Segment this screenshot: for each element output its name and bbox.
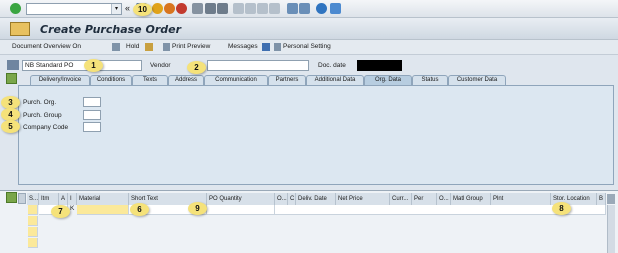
row-selector[interactable]: [28, 227, 38, 237]
annotation-badge: 2: [187, 61, 206, 74]
org-data-panel: Purch. Org. Purch. Group Company Code: [18, 85, 614, 185]
table-row-material[interactable]: [77, 205, 129, 215]
col-deliv-date[interactable]: Deliv. Date: [296, 193, 336, 205]
col-po-quantity[interactable]: PO Quantity: [207, 193, 275, 205]
col-account-cat[interactable]: A: [59, 193, 68, 205]
expand-chevron-icon[interactable]: «: [125, 3, 130, 13]
doc-date-field[interactable]: [357, 60, 402, 71]
page-title: Create Purchase Order: [40, 23, 182, 36]
col-item[interactable]: Itm: [39, 193, 59, 205]
find-next-icon[interactable]: [217, 3, 228, 14]
table-row-po-quantity[interactable]: [207, 205, 275, 215]
last-page-icon[interactable]: [269, 3, 280, 14]
tab-partners[interactable]: Partners: [268, 75, 306, 85]
print-preview-icon: [163, 43, 170, 51]
shortcut-icon[interactable]: [299, 3, 310, 14]
header-expand-icon[interactable]: [6, 73, 17, 84]
col-status[interactable]: S...: [27, 193, 39, 205]
purch-org-label: Purch. Org.: [23, 99, 57, 106]
purch-group-label: Purch. Group: [23, 112, 62, 119]
info-icon[interactable]: [262, 43, 270, 51]
annotation-badge: 7: [51, 205, 70, 218]
account-cat-value: K: [70, 205, 75, 212]
chevron-down-icon[interactable]: ▾: [111, 4, 121, 14]
col-order-unit[interactable]: O...: [275, 193, 288, 205]
new-session-icon[interactable]: [287, 3, 298, 14]
company-code-label: Company Code: [23, 124, 69, 131]
select-all-icon[interactable]: [18, 193, 26, 204]
title-bar: Create Purchase Order: [0, 18, 618, 40]
check-icon[interactable]: [145, 43, 153, 51]
tab-address[interactable]: Address: [168, 75, 204, 85]
cancel-icon[interactable]: [176, 3, 187, 14]
row-selector[interactable]: [28, 205, 38, 215]
help-icon[interactable]: [316, 3, 327, 14]
annotation-badge: 1: [84, 59, 103, 72]
purch-org-field[interactable]: [83, 97, 101, 107]
col-plant[interactable]: Plnt: [491, 193, 551, 205]
first-page-icon[interactable]: [233, 3, 244, 14]
print-preview-button[interactable]: Print Preview: [172, 43, 210, 50]
tab-additional-data[interactable]: Additional Data: [306, 75, 364, 85]
annotation-badge: 9: [188, 202, 207, 215]
exit-icon[interactable]: [164, 3, 175, 14]
tab-delivery-invoice[interactable]: Delivery/Invoice: [30, 75, 90, 85]
customize-icon[interactable]: [330, 3, 341, 14]
command-field[interactable]: ▾: [26, 3, 122, 15]
tab-org-data[interactable]: Org. Data: [364, 75, 412, 85]
po-type-select[interactable]: NB Standard PO: [22, 60, 142, 71]
tab-communication[interactable]: Communication: [204, 75, 268, 85]
col-currency[interactable]: Curr...: [390, 193, 412, 205]
personal-setting-button[interactable]: Personal Setting: [283, 43, 331, 50]
col-c[interactable]: C: [288, 193, 296, 205]
col-batch[interactable]: B: [597, 193, 606, 205]
doc-overview-button[interactable]: Document Overview On: [12, 43, 81, 50]
company-code-field[interactable]: [83, 122, 101, 132]
doc-date-label: Doc. date: [318, 62, 346, 69]
back-icon[interactable]: [152, 3, 163, 14]
tab-texts[interactable]: Texts: [132, 75, 168, 85]
transaction-icon: [10, 22, 30, 36]
row-selector[interactable]: [28, 216, 38, 226]
hold-button[interactable]: Hold: [126, 43, 139, 50]
next-page-icon[interactable]: [257, 3, 268, 14]
col-matl-group[interactable]: Matl Group: [451, 193, 491, 205]
col-per[interactable]: Per: [412, 193, 437, 205]
tab-customer-data[interactable]: Customer Data: [448, 75, 506, 85]
grid-scrollbar[interactable]: [607, 205, 615, 253]
grid-collapse-icon[interactable]: [6, 192, 17, 203]
ok-icon[interactable]: [10, 3, 21, 14]
system-toolbar: ▾ «: [0, 0, 618, 18]
tab-status[interactable]: Status: [412, 75, 448, 85]
tile-icon[interactable]: [112, 43, 120, 51]
vendor-label: Vendor: [150, 62, 171, 69]
vendor-field[interactable]: [207, 60, 309, 71]
tab-conditions[interactable]: Conditions: [90, 75, 132, 85]
cart-icon[interactable]: [7, 60, 19, 70]
col-item-cat[interactable]: I: [68, 193, 77, 205]
prev-page-icon[interactable]: [245, 3, 256, 14]
annotation-badge: 8: [552, 202, 571, 215]
annotation-badge: 6: [130, 203, 149, 216]
purch-group-field[interactable]: [83, 110, 101, 120]
row-selector[interactable]: [28, 238, 38, 248]
column-settings-icon[interactable]: [607, 194, 615, 204]
col-material[interactable]: Material: [77, 193, 129, 205]
col-net-price[interactable]: Net Price: [336, 193, 390, 205]
annotation-badge: 5: [1, 120, 20, 133]
find-icon[interactable]: [205, 3, 216, 14]
application-toolbar: Document Overview On Hold Print Preview …: [0, 40, 618, 55]
print-icon[interactable]: [192, 3, 203, 14]
personal-setting-icon: [274, 43, 281, 51]
messages-button[interactable]: Messages: [228, 43, 258, 50]
annotation-badge: 10: [133, 3, 152, 16]
col-order-price-unit[interactable]: O...: [437, 193, 451, 205]
